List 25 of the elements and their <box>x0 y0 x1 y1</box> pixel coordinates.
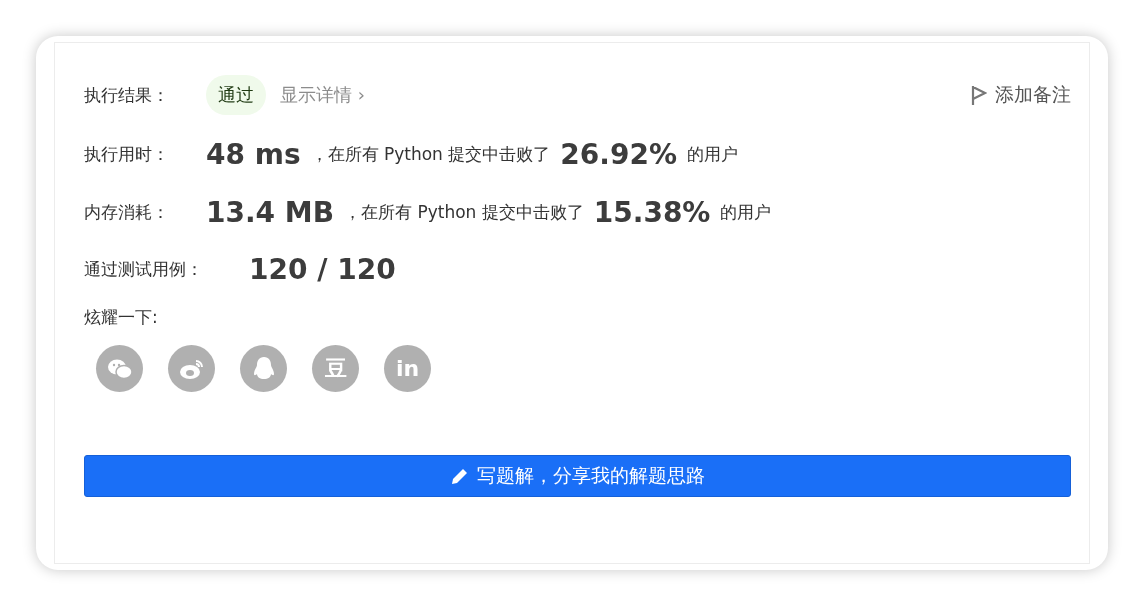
flag-icon <box>971 85 987 105</box>
chat-bubbles-icon[interactable] <box>96 345 143 392</box>
tests-label: 通过测试用例： <box>84 257 204 281</box>
stat-value: 13.4 MB <box>206 195 335 229</box>
stat-text: 的用户 <box>720 200 772 224</box>
pencil-icon <box>450 467 469 485</box>
stat-text: ，在所有 Python 提交中击败了 <box>344 200 584 224</box>
stat-percent: 15.38% <box>593 195 711 229</box>
stat-label: 内存消耗： <box>84 200 170 224</box>
share-label: 炫耀一下: <box>84 305 158 329</box>
stat-label: 执行用时： <box>84 142 170 166</box>
tests-value: 120 / 120 <box>249 252 396 286</box>
share-button[interactable]: in <box>384 345 431 392</box>
status-badge: 通过 <box>206 75 266 115</box>
details-link[interactable]: 显示详情 › <box>280 83 365 107</box>
penguin-icon[interactable] <box>240 345 287 392</box>
add-note-button[interactable]: 添加备注 <box>971 82 1071 108</box>
write-solution-button[interactable]: 写题解，分享我的解题思路 <box>84 455 1071 497</box>
share-button[interactable]: 豆 <box>312 345 359 392</box>
eye-signal-icon[interactable] <box>168 345 215 392</box>
stat-value: 48 ms <box>206 137 301 171</box>
stat-text: ，在所有 Python 提交中击败了 <box>310 142 551 166</box>
stat-percent: 26.92% <box>560 137 677 171</box>
stat-text: 的用户 <box>686 142 738 166</box>
result-label: 执行结果： <box>84 83 170 107</box>
